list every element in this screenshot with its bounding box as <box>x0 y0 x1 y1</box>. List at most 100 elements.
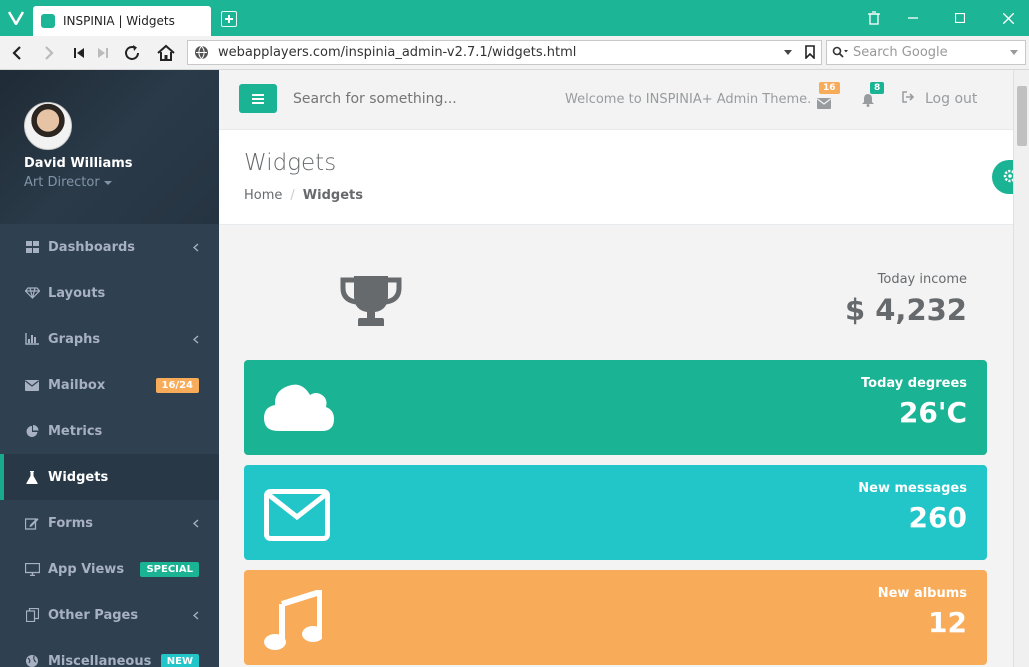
sidebar-item-metrics[interactable]: Metrics <box>0 408 219 454</box>
browser-titlebar: INSPINIA | Widgets <box>0 0 1029 36</box>
albums-value: 12 <box>928 606 967 639</box>
envelope-icon <box>24 377 40 393</box>
logout-link[interactable]: Log out <box>902 91 977 107</box>
browser-search-placeholder: Search Google <box>853 45 948 60</box>
tab-title: INSPINIA | Widgets <box>63 14 175 28</box>
profile-name: David Williams <box>24 156 133 171</box>
chevron-left-icon <box>192 333 199 348</box>
albums-label: New albums <box>877 586 967 601</box>
close-icon[interactable] <box>998 8 1018 28</box>
sidebar-item-widgets[interactable]: Widgets <box>0 454 219 500</box>
search-dropdown-icon[interactable] <box>1009 46 1019 61</box>
messages-envelope-icon[interactable] <box>817 94 831 113</box>
chevron-left-icon <box>192 517 199 532</box>
messages-label: New messages <box>858 481 967 496</box>
breadcrumb: Home / Widgets <box>244 188 363 203</box>
special-badge: SPECIAL <box>140 562 199 577</box>
home-icon[interactable] <box>155 42 177 64</box>
page-heading: Widgets Home / Widgets <box>219 130 1029 225</box>
flask-icon <box>24 469 40 485</box>
hamburger-icon <box>252 89 264 108</box>
messages-count-badge: 16 <box>819 82 840 94</box>
new-tab-plus-icon[interactable] <box>221 11 237 27</box>
profile-header: David Williams Art Director <box>0 70 219 224</box>
desktop-icon <box>24 561 40 577</box>
fast-forward-icon[interactable] <box>92 42 114 64</box>
sidebar-item-label: Miscellaneous <box>48 653 152 667</box>
reload-icon[interactable] <box>121 42 143 64</box>
bookmark-icon[interactable] <box>805 45 815 63</box>
diamond-icon <box>24 285 40 301</box>
profile-role-dropdown[interactable]: Art Director <box>24 175 112 190</box>
page-title: Widgets <box>244 150 337 176</box>
income-widget: Today income $ 4,232 <box>244 260 987 340</box>
sign-out-icon <box>902 91 915 107</box>
breadcrumb-home[interactable]: Home <box>244 188 282 203</box>
url-field[interactable]: webapplayers.com/inspinia_admin-v2.7.1/w… <box>187 40 822 65</box>
trophy-icon <box>340 274 402 334</box>
vivaldi-logo-icon[interactable] <box>0 0 32 36</box>
degrees-value: 26'C <box>898 396 967 429</box>
page-scrollbar[interactable] <box>1013 70 1029 667</box>
messages-widget: New messages 260 <box>244 465 987 560</box>
sidebar-item-label: Other Pages <box>48 607 139 623</box>
sidebar-item-layouts[interactable]: Layouts <box>0 270 219 316</box>
url-text: webapplayers.com/inspinia_admin-v2.7.1/w… <box>218 45 577 60</box>
sidebar-item-label: App Views <box>48 561 125 577</box>
caret-down-icon <box>103 180 112 185</box>
sidebar-item-graphs[interactable]: Graphs <box>0 316 219 362</box>
bell-icon[interactable] <box>861 92 875 111</box>
mailbox-count-badge: 16/24 <box>155 378 199 393</box>
albums-widget: New albums 12 <box>244 570 987 665</box>
minimize-icon[interactable] <box>903 8 923 28</box>
sidebar-item-app-views[interactable]: App Views SPECIAL <box>0 546 219 592</box>
sidebar-item-label: Graphs <box>48 331 101 347</box>
back-icon[interactable] <box>6 42 28 64</box>
browser-search-field[interactable]: Search Google <box>826 40 1026 65</box>
browser-tab-active[interactable]: INSPINIA | Widgets <box>33 6 211 36</box>
bar-chart-icon <box>24 331 40 347</box>
profile-role: Art Director <box>24 175 100 190</box>
sidebar-item-dashboards[interactable]: Dashboards <box>0 224 219 270</box>
sidebar-item-label: Dashboards <box>48 239 136 255</box>
degrees-label: Today degrees <box>861 376 967 391</box>
files-icon <box>24 607 40 623</box>
sidebar: David Williams Art Director Dashboards L… <box>0 70 219 667</box>
new-badge: NEW <box>160 654 199 667</box>
edit-icon <box>24 515 40 531</box>
messages-value: 260 <box>908 501 967 534</box>
sidebar-item-other-pages[interactable]: Other Pages <box>0 592 219 638</box>
envelope-icon <box>264 489 330 545</box>
widgets-content: Today income $ 4,232 Today degrees 26'C … <box>219 225 1013 667</box>
scrollbar-thumb[interactable] <box>1017 86 1027 146</box>
breadcrumb-separator: / <box>290 188 295 203</box>
sidebar-item-label: Layouts <box>48 285 106 301</box>
globe-icon <box>24 653 40 667</box>
forward-icon[interactable] <box>38 42 60 64</box>
top-navbar: Welcome to INSPINIA+ Admin Theme. 16 8 L… <box>219 70 1013 130</box>
degrees-widget: Today degrees 26'C <box>244 360 987 455</box>
sidebar-item-label: Widgets <box>48 469 109 485</box>
sidebar-item-miscellaneous[interactable]: Miscellaneous NEW <box>0 638 219 667</box>
rewind-icon[interactable] <box>68 42 90 64</box>
music-icon <box>264 587 324 654</box>
sidebar-item-label: Mailbox <box>48 377 106 393</box>
menu-toggle-button[interactable] <box>239 84 277 113</box>
logout-label: Log out <box>925 91 978 107</box>
breadcrumb-current: Widgets <box>302 188 363 203</box>
pie-chart-icon <box>24 423 40 439</box>
avatar[interactable] <box>24 102 72 150</box>
sidebar-item-forms[interactable]: Forms <box>0 500 219 546</box>
trash-icon[interactable] <box>864 8 884 28</box>
chevron-left-icon <box>192 609 199 624</box>
tab-favicon-icon <box>41 14 55 28</box>
sidebar-item-mailbox[interactable]: Mailbox 16/24 <box>0 362 219 408</box>
search-input[interactable] <box>293 91 533 107</box>
welcome-message: Welcome to INSPINIA+ Admin Theme. <box>565 92 812 107</box>
income-value: $ 4,232 <box>844 293 967 327</box>
maximize-icon[interactable] <box>950 8 970 28</box>
income-label: Today income <box>877 272 967 287</box>
search-icon <box>832 46 848 63</box>
site-globe-icon <box>194 45 209 64</box>
url-dropdown-icon[interactable] <box>783 46 793 61</box>
